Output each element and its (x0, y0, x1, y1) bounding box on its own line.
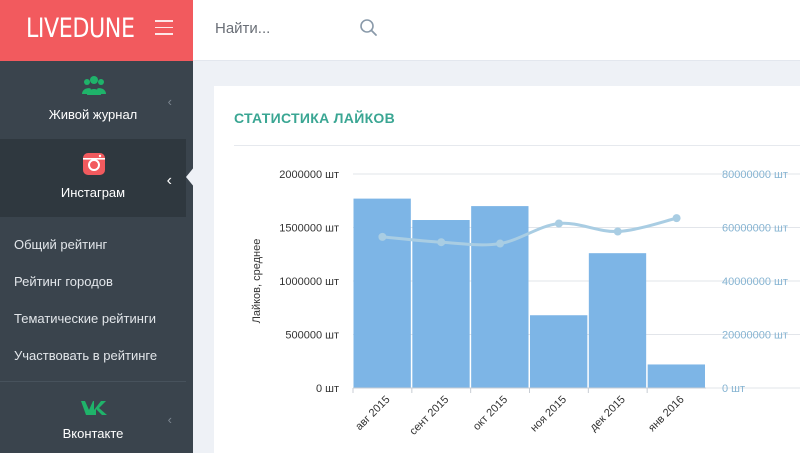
chevron-left-icon: ‹ (167, 412, 172, 427)
sidebar-item-instagram[interactable]: Инстаграм ‹ (0, 139, 186, 217)
x-tick-label: сент 2015 (407, 394, 451, 438)
hamburger-menu-icon[interactable] (155, 20, 173, 35)
sidebar-item-label: Живой журнал (48, 107, 138, 122)
bar[interactable] (530, 315, 588, 388)
submenu-item-thematic-ratings[interactable]: Тематические рейтинги (14, 311, 156, 326)
line-point[interactable] (672, 214, 681, 223)
sidebar-item-vkontakte[interactable]: Вконтакте ‹ (0, 381, 186, 453)
search-icon[interactable] (359, 18, 379, 38)
submenu-item-general-rating[interactable]: Общий рейтинг (14, 237, 107, 252)
submenu-item-city-rating[interactable]: Рейтинг городов (14, 274, 113, 289)
sidebar-item-label: Вконтакте (62, 426, 124, 441)
active-item-indicator (186, 166, 195, 188)
x-tick-label: авг 2015 (353, 394, 392, 433)
bar[interactable] (353, 198, 411, 388)
x-tick-label: дек 2015 (588, 394, 628, 434)
submenu-item-join-rating[interactable]: Участвовать в рейтинге (14, 348, 157, 363)
line-point[interactable] (613, 227, 622, 236)
bar[interactable] (647, 364, 705, 388)
search-input[interactable] (215, 16, 365, 40)
users-icon (82, 76, 106, 95)
y-right-tick-label: 60000000 шт (722, 223, 788, 235)
y-right-tick-label: 80000000 шт (722, 169, 788, 181)
line-point[interactable] (554, 219, 563, 228)
bar[interactable] (471, 206, 529, 388)
chevron-left-icon: ‹ (167, 94, 172, 109)
likes-stats-card: СТАТИСТИКА ЛАЙКОВ 2000000 шт 1500000 шт 10… (214, 86, 800, 453)
y-left-tick-label: 1000000 шт (279, 276, 339, 288)
instagram-icon (83, 153, 105, 175)
y-left-tick-label: 0 шт (316, 383, 339, 395)
bar[interactable] (588, 253, 647, 388)
top-header (193, 0, 800, 61)
y-right-tick-label: 40000000 шт (722, 276, 788, 288)
x-tick-label: янв 2016 (646, 394, 687, 435)
app-logo[interactable]: LIVEDUNE (26, 13, 135, 44)
likes-chart: 2000000 шт 1500000 шт 1000000 шт 500000 шт 0… (251, 169, 800, 438)
line-point[interactable] (378, 232, 387, 241)
sidebar: Живой журнал ‹ Инстаграм ‹ Общий рейтинг… (0, 61, 186, 453)
chevron-left-icon: ‹ (166, 172, 172, 189)
logo-block: LIVEDUNE (0, 0, 193, 61)
vk-icon (81, 401, 107, 415)
line-point[interactable] (496, 239, 505, 248)
sidebar-item-livejournal[interactable]: Живой журнал ‹ (0, 61, 186, 139)
y-right-tick-label: 20000000 шт (722, 330, 788, 342)
y-left-tick-label: 1500000 шт (279, 223, 339, 235)
y-left-tick-label: 2000000 шт (279, 169, 339, 181)
x-tick-label: окт 2015 (471, 394, 510, 433)
y-right-tick-label: 0 шт (722, 383, 745, 395)
sidebar-item-label: Инстаграм (60, 185, 126, 200)
y-left-tick-label: 500000 шт (285, 330, 339, 342)
x-tick-label: ноя 2015 (528, 394, 569, 435)
line-point[interactable] (437, 238, 446, 247)
instagram-submenu: Общий рейтинг Рейтинг городов Тематическ… (0, 217, 186, 381)
y-axis-label: Лайков, среднее (251, 239, 263, 324)
sidebar-edge (186, 61, 193, 453)
